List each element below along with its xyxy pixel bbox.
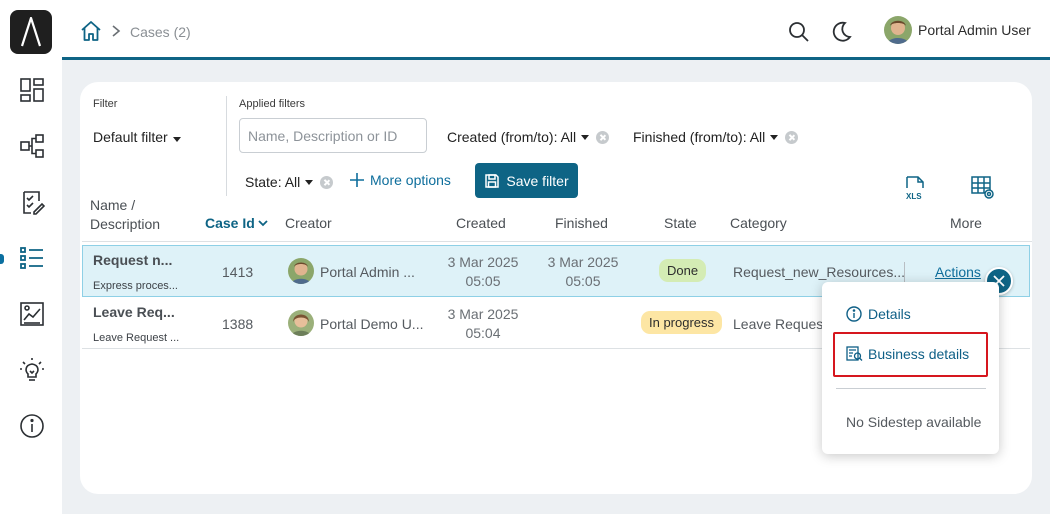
column-header-creator[interactable]: Creator <box>285 215 332 231</box>
case-name: Leave Req... <box>93 304 175 320</box>
save-icon <box>485 173 500 188</box>
created-date: 3 Mar 2025 <box>447 306 519 322</box>
status-badge: In progress <box>641 311 723 334</box>
idea-icon[interactable] <box>14 352 50 388</box>
business-details-icon <box>846 346 863 361</box>
user-avatar <box>884 16 912 44</box>
state-filter[interactable]: State: All <box>245 174 334 190</box>
column-header-more: More <box>950 215 982 231</box>
menu-item-business-details[interactable]: Business details <box>846 345 969 362</box>
creator-name: Portal Demo U... <box>320 316 424 332</box>
filter-dropdown-value: Default filter <box>93 129 168 145</box>
status-badge: Done <box>659 259 707 282</box>
column-header-case-id-label: Case Id <box>205 215 255 231</box>
created-date: 3 Mar 2025 <box>447 254 519 270</box>
column-header-created[interactable]: Created <box>456 215 506 231</box>
filter-label: Filter <box>93 98 118 110</box>
column-header-name[interactable]: Name / Description <box>90 196 160 234</box>
finished-datetime: 3 Mar 2025 05:05 <box>540 253 626 291</box>
app-logo[interactable] <box>10 10 52 54</box>
creator-name: Portal Admin ... <box>320 264 415 280</box>
created-datetime: 3 Mar 2025 05:05 <box>440 253 526 291</box>
sidebar <box>0 0 62 514</box>
top-bar: Cases (2) Portal Admin User <box>62 0 1050 60</box>
info-icon[interactable] <box>14 408 50 444</box>
case-search-input[interactable] <box>239 118 427 153</box>
created-time: 05:04 <box>465 325 501 341</box>
case-category: Request_new_Resources... <box>733 264 905 280</box>
finished-time: 05:05 <box>565 273 601 289</box>
process-icon[interactable] <box>14 128 50 164</box>
applied-filters-label: Applied filters <box>239 98 306 110</box>
clear-finished-icon[interactable] <box>785 130 799 144</box>
caret-down-icon <box>172 137 181 142</box>
created-datetime: 3 Mar 2025 05:04 <box>440 305 526 343</box>
user-name: Portal Admin User <box>918 22 1031 38</box>
clear-created-icon[interactable] <box>596 130 610 144</box>
caret-down-icon <box>581 135 590 140</box>
creator-avatar <box>288 310 314 336</box>
tasks-icon[interactable] <box>14 184 50 220</box>
finished-filter-label: Finished (from/to): All <box>633 129 766 145</box>
home-icon[interactable] <box>80 20 102 42</box>
creator-avatar <box>288 258 314 284</box>
case-id: 1388 <box>222 316 254 332</box>
finished-filter[interactable]: Finished (from/to): All <box>633 129 799 145</box>
case-description: Express proces... <box>93 280 178 292</box>
user-menu[interactable]: Portal Admin User <box>884 16 1031 44</box>
menu-item-details[interactable]: Details <box>846 306 911 322</box>
filter-dropdown[interactable]: Default filter <box>93 129 181 145</box>
actions-divider <box>904 262 905 284</box>
no-sidestep-text: No Sidestep available <box>846 414 982 430</box>
column-header-name-line2: Description <box>90 216 161 232</box>
active-nav-indicator <box>0 254 4 264</box>
filter-divider <box>226 96 227 196</box>
menu-item-business-details-label: Business details <box>868 345 970 362</box>
save-filter-label: Save filter <box>506 172 569 189</box>
case-description: Leave Request ... <box>93 332 180 344</box>
column-header-finished[interactable]: Finished <box>555 215 608 231</box>
clear-state-icon[interactable] <box>320 175 334 189</box>
state-filter-label: State: All <box>245 174 301 190</box>
dashboard-icon[interactable] <box>14 72 50 108</box>
plus-icon <box>350 173 364 187</box>
case-name: Request n... <box>93 252 173 268</box>
dark-mode-icon[interactable] <box>830 21 852 43</box>
created-time: 05:05 <box>465 273 501 289</box>
sort-down-icon <box>258 220 268 227</box>
column-header-category[interactable]: Category <box>730 215 787 231</box>
info-icon <box>846 306 862 322</box>
menu-divider <box>836 388 986 389</box>
column-header-case-id[interactable]: Case Id <box>205 215 269 231</box>
cases-icon[interactable] <box>14 240 50 276</box>
menu-item-details-label: Details <box>868 306 911 322</box>
caret-down-icon <box>305 180 314 185</box>
search-icon[interactable] <box>788 21 810 43</box>
chevron-right-icon <box>110 24 122 38</box>
finished-date: 3 Mar 2025 <box>547 254 619 270</box>
caret-down-icon <box>770 135 779 140</box>
column-header-state[interactable]: State <box>664 215 697 231</box>
case-category: Leave Request <box>733 316 828 332</box>
svg-text:XLS: XLS <box>906 192 922 201</box>
created-filter[interactable]: Created (from/to): All <box>447 129 610 145</box>
more-options-link[interactable]: More options <box>349 172 451 188</box>
column-header-name-line1: Name / <box>90 197 136 213</box>
case-id: 1413 <box>222 264 254 280</box>
column-settings-icon[interactable] <box>970 175 996 201</box>
more-options-label: More options <box>370 172 451 188</box>
export-xls-icon[interactable]: XLS <box>903 175 929 201</box>
table-header-divider <box>82 241 1032 242</box>
created-filter-label: Created (from/to): All <box>447 129 577 145</box>
actions-menu: Details Business details No Sidestep ava… <box>822 282 999 454</box>
actions-link[interactable]: Actions <box>935 264 981 280</box>
statistics-icon[interactable] <box>14 296 50 332</box>
save-filter-button[interactable]: Save filter <box>475 163 578 198</box>
breadcrumb-current: Cases (2) <box>130 24 191 40</box>
